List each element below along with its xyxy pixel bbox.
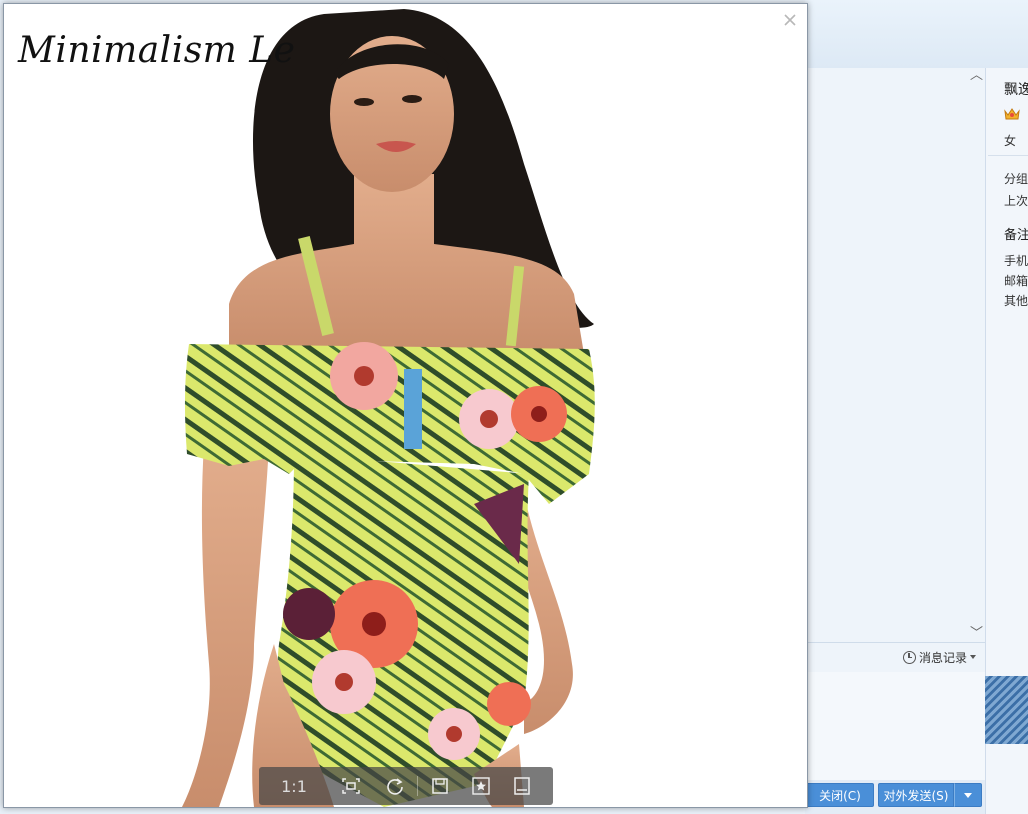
crown-icon xyxy=(1004,108,1020,120)
message-history-label: 消息记录 xyxy=(919,650,968,665)
divider xyxy=(988,155,1028,156)
remark-label: 备注 xyxy=(1004,228,1028,243)
phone-label: 手机 xyxy=(1004,254,1028,268)
brand-watermark: Minimalism Le xyxy=(18,30,296,71)
dropdown-arrow-icon xyxy=(970,655,977,659)
chat-message-area xyxy=(805,68,985,642)
clock-icon xyxy=(903,650,916,664)
dropdown-arrow-icon xyxy=(964,792,972,798)
actual-size-button[interactable]: 1:1 xyxy=(259,767,329,805)
chat-input-field[interactable] xyxy=(805,672,985,780)
close-icon[interactable] xyxy=(782,12,798,28)
send-options-button[interactable] xyxy=(954,783,982,807)
image-viewer: Minimalism Le 1:1 xyxy=(3,3,808,808)
email-label: 邮箱 xyxy=(1004,274,1028,288)
save-icon xyxy=(432,778,448,794)
rotate-icon xyxy=(387,778,403,795)
close-button[interactable]: 关闭(C) xyxy=(806,783,874,807)
rotate-button[interactable] xyxy=(373,767,417,805)
image-toolbar: 1:1 xyxy=(259,767,553,805)
ad-thumbnail[interactable] xyxy=(985,676,1028,744)
chat-window-header xyxy=(805,0,1028,69)
fit-window-icon xyxy=(342,778,360,794)
favorite-button[interactable] xyxy=(462,767,500,805)
collapse-up-icon[interactable]: ︿ xyxy=(970,69,983,82)
other-label: 其他 xyxy=(1004,294,1028,308)
fit-window-button[interactable] xyxy=(329,767,373,805)
message-history-button[interactable]: 消息记录 xyxy=(903,648,977,666)
group-label: 分组 xyxy=(1004,172,1028,186)
window-icon xyxy=(514,777,530,795)
save-button[interactable] xyxy=(418,767,462,805)
more-options-button[interactable] xyxy=(500,767,544,805)
collapse-down-icon[interactable]: ﹀ xyxy=(970,627,983,640)
product-photo xyxy=(4,4,807,807)
contact-gender: 女 xyxy=(1004,134,1017,148)
star-icon xyxy=(472,777,490,795)
last-label: 上次 xyxy=(1004,194,1028,208)
send-button[interactable]: 对外发送(S) xyxy=(878,783,954,807)
contact-name: 飘逸 xyxy=(1004,82,1028,98)
